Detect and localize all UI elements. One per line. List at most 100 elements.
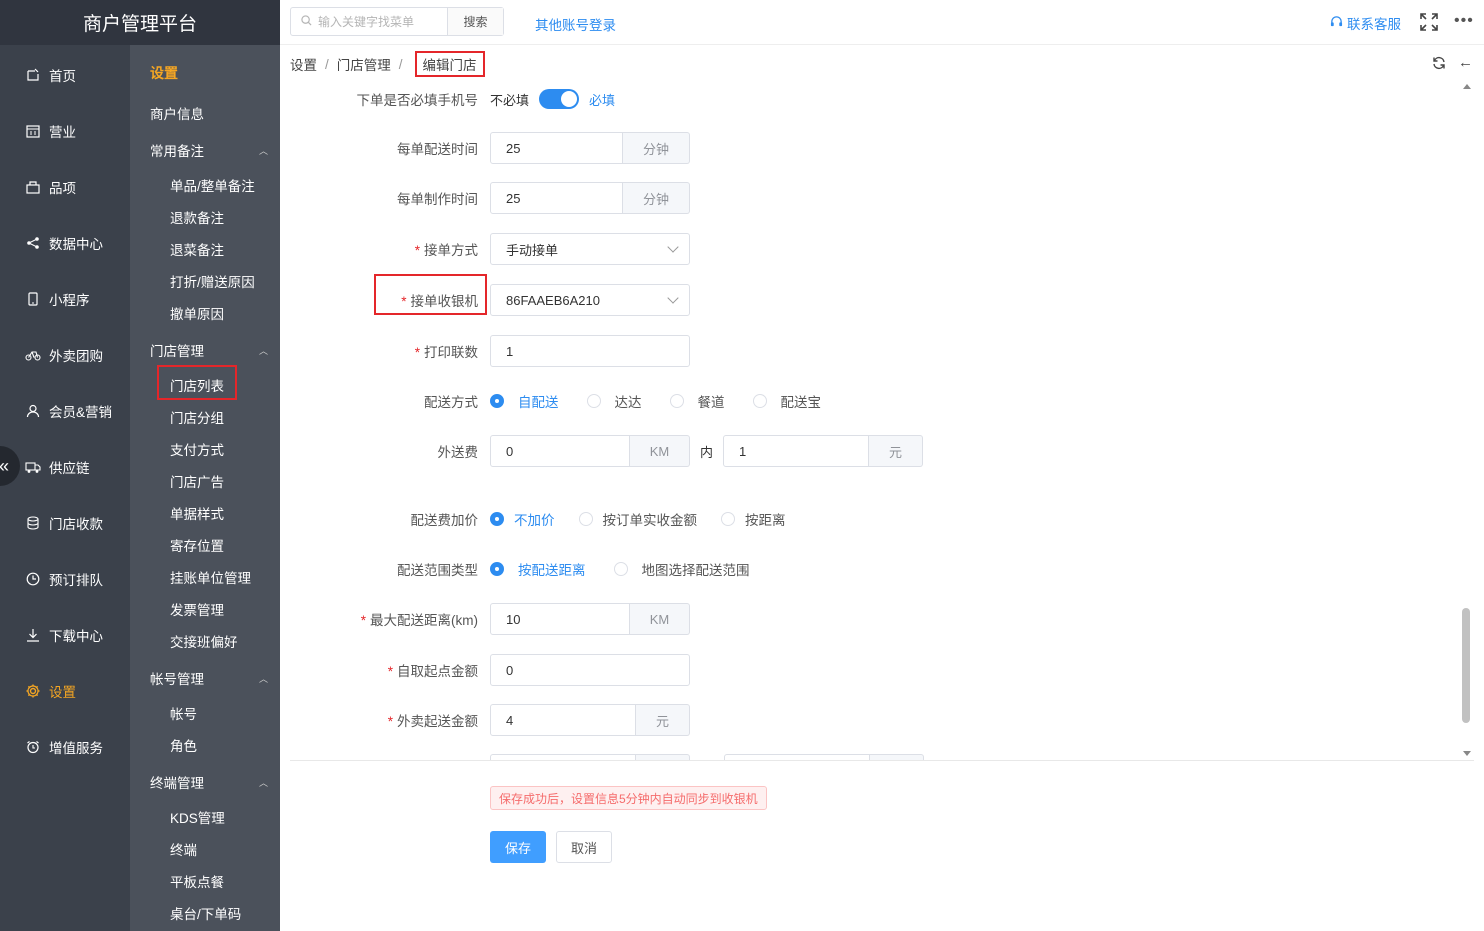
fee-amount-input[interactable]: 1 (723, 435, 870, 467)
sidebar-item-invoice[interactable]: 发票管理 (170, 599, 224, 619)
nav-home[interactable]: 首页 (0, 55, 130, 95)
label-pickup-min: * 自取起点金额 (387, 664, 478, 679)
breadcrumb-settings[interactable]: 设置 (290, 54, 317, 74)
nav-items[interactable]: 品项 (0, 167, 130, 207)
back-arrow-icon[interactable]: ← (1458, 54, 1473, 71)
sidebar-item-shift-prefs[interactable]: 交接班偏好 (170, 631, 238, 651)
nav-reservation[interactable]: 预订排队 (0, 559, 130, 599)
group-account-management[interactable]: 帐号管理 ︿ (150, 668, 268, 688)
cashier-select[interactable]: 86FAAEB6A210 (490, 284, 690, 316)
sidebar-item-storage-location[interactable]: 寄存位置 (170, 535, 224, 555)
sidebar-item-store-groups[interactable]: 门店分组 (170, 407, 224, 427)
scroll-down-icon[interactable] (1463, 751, 1471, 756)
row-make-time: 每单制作时间 25 分钟 (290, 182, 1460, 214)
cancel-button[interactable]: 取消 (556, 831, 612, 863)
sidebar-item-role[interactable]: 角色 (170, 735, 197, 755)
sidebar-item-kds[interactable]: KDS管理 (170, 807, 225, 827)
radio-range-by-distance[interactable]: 按配送距离 (490, 559, 586, 579)
row-delivery-min: * 外卖起送金额 4 元 (290, 704, 1460, 736)
sidebar-item-credit-units[interactable]: 挂账单位管理 (170, 567, 251, 587)
radio-dada[interactable]: 达达 (586, 391, 642, 411)
group-common-remarks[interactable]: 常用备注 ︿ (150, 140, 268, 160)
group-terminal-management[interactable]: 终端管理 ︿ (150, 772, 268, 792)
accept-mode-select[interactable]: 手动接单 (490, 233, 690, 265)
nav-data-center[interactable]: 数据中心 (0, 223, 130, 263)
settings-header: 设置 (150, 65, 178, 81)
sidebar-item-item-remarks[interactable]: 单品/整单备注 (170, 175, 255, 195)
delivery-time-unit: 分钟 (623, 132, 690, 164)
coins-icon (25, 515, 41, 531)
search-input[interactable]: 输入关键字找菜单 (291, 8, 447, 35)
delivery-time-input[interactable]: 25 (490, 132, 623, 164)
more-icon[interactable]: ••• (1454, 12, 1474, 30)
sidebar-item-table-qrcode[interactable]: 桌台/下单码 (170, 903, 241, 923)
sidebar-item-discount-reasons[interactable]: 打折/赠送原因 (170, 271, 255, 291)
share-icon (25, 235, 41, 251)
row-range-type: 配送范围类型 按配送距离 地图选择配送范围 (290, 553, 1460, 585)
fee-distance-input[interactable]: 0 (490, 435, 630, 467)
radio-self-delivery[interactable]: 自配送 (490, 391, 559, 411)
print-copies-input[interactable]: 1 (490, 335, 690, 367)
label-fee-markup: 配送费加价 (410, 513, 479, 528)
label-print-copies: * 打印联数 (414, 345, 478, 360)
sidebar-item-receipt-style[interactable]: 单据样式 (170, 503, 224, 523)
breadcrumb-store-management[interactable]: 门店管理 (337, 54, 391, 74)
form-scrollbar[interactable] (1460, 80, 1474, 760)
chevron-up-icon: ︿ (258, 145, 268, 156)
pickup-min-input[interactable]: 0 (490, 654, 690, 686)
refresh-icon[interactable] (1432, 56, 1446, 70)
nav-mini-program[interactable]: 小程序 (0, 279, 130, 319)
sidebar-item-tablet-order[interactable]: 平板点餐 (170, 871, 224, 891)
nav-business[interactable]: 营业 (0, 111, 130, 151)
save-button[interactable]: 保存 (490, 831, 546, 863)
group-store-management[interactable]: 门店管理 ︿ (150, 340, 268, 360)
radio-markup-by-distance[interactable]: 按距离 (721, 509, 786, 529)
sidebar-item-account[interactable]: 帐号 (170, 703, 197, 723)
delivery-min-input[interactable]: 4 (490, 704, 636, 736)
nav-settings[interactable]: 设置 (0, 671, 130, 711)
switch-on-text: 必填 (589, 92, 616, 108)
nav-download-center[interactable]: 下载中心 (0, 615, 130, 655)
calendar-icon (25, 123, 41, 139)
radio-candao[interactable]: 餐道 (669, 391, 725, 411)
radio-no-markup[interactable]: 不加价 (490, 509, 555, 529)
row-pickup-min: * 自取起点金额 0 (290, 654, 1460, 686)
chevron-down-icon (667, 241, 679, 253)
nav-takeout[interactable]: 外卖团购 (0, 335, 130, 375)
download-icon (25, 627, 41, 643)
radio-range-by-map[interactable]: 地图选择配送范围 (613, 559, 750, 579)
sidebar-item-terminal[interactable]: 终端 (170, 839, 197, 859)
sidebar-item-payment-methods[interactable]: 支付方式 (170, 439, 224, 459)
fullscreen-icon[interactable] (1420, 13, 1438, 31)
other-account-login-link[interactable]: 其他账号登录 (535, 14, 616, 34)
label-make-time: 每单制作时间 (397, 192, 478, 207)
row-delivery-time: 每单配送时间 25 分钟 (290, 132, 1460, 164)
radio-peisongbao[interactable]: 配送宝 (752, 391, 821, 411)
sidebar-item-cancel-reasons[interactable]: 撤单原因 (170, 303, 224, 323)
alarm-icon (25, 739, 41, 755)
radio-markup-by-amount[interactable]: 按订单实收金额 (578, 509, 697, 529)
truck-icon (25, 459, 41, 475)
bike-icon (25, 347, 41, 363)
scroll-up-icon[interactable] (1463, 84, 1471, 89)
max-distance-input[interactable]: 10 (490, 603, 630, 635)
footer-divider (290, 760, 1474, 761)
sidebar-item-store-ads[interactable]: 门店广告 (170, 471, 224, 491)
sidebar-item-return-remarks[interactable]: 退菜备注 (170, 239, 224, 259)
make-time-input[interactable]: 25 (490, 182, 623, 214)
phone-icon (25, 291, 41, 307)
sidebar-item-merchant-info[interactable]: 商户信息 (150, 103, 204, 123)
contact-support-link[interactable]: 联系客服 (1330, 13, 1401, 33)
nav-value-added[interactable]: 增值服务 (0, 727, 130, 767)
label-delivery-time: 每单配送时间 (397, 142, 478, 157)
search-button[interactable]: 搜索 (447, 8, 503, 35)
phone-required-switch[interactable] (539, 89, 580, 109)
label-phone-required: 下单是否必填手机号 (356, 93, 479, 108)
double-chevron-left-icon: « (0, 456, 9, 477)
nav-store-payment[interactable]: 门店收款 (0, 503, 130, 543)
scroll-thumb[interactable] (1462, 608, 1470, 723)
gear-icon (25, 683, 41, 699)
make-time-unit: 分钟 (623, 182, 690, 214)
sidebar-item-refund-remarks[interactable]: 退款备注 (170, 207, 224, 227)
nav-member[interactable]: 会员&营销 (0, 391, 130, 431)
